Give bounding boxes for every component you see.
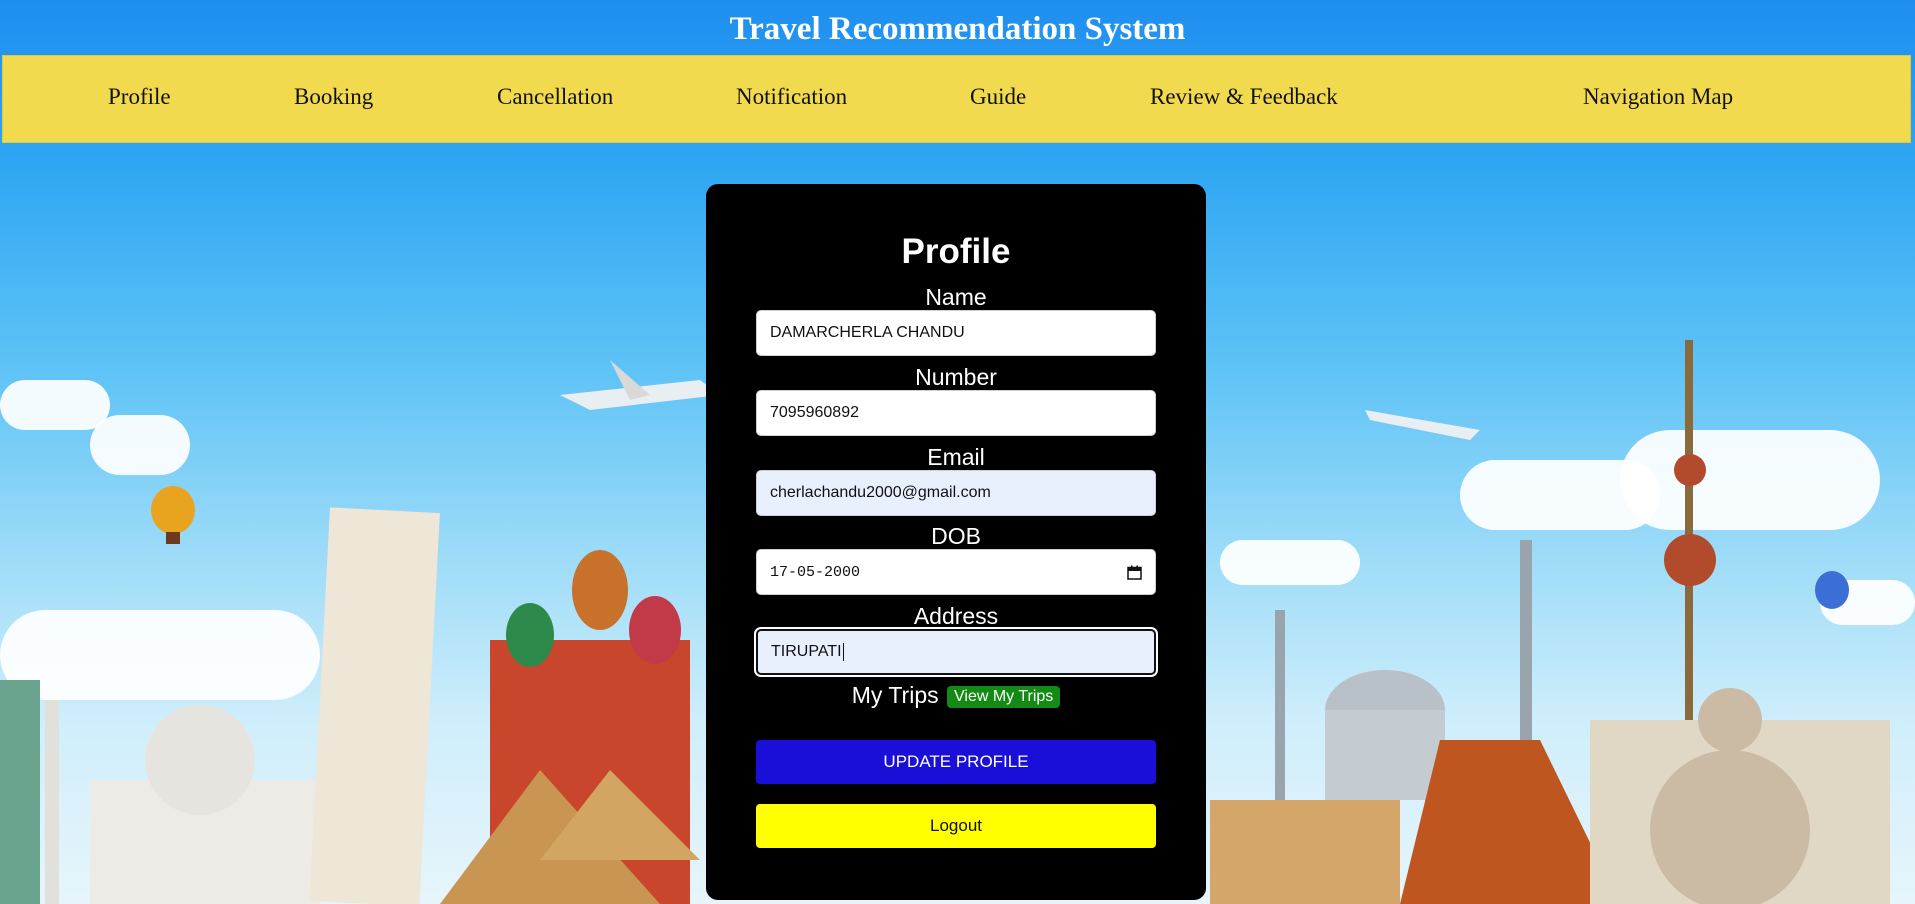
- nav-item-cancellation[interactable]: Cancellation: [497, 84, 613, 110]
- my-trips-label: My Trips: [851, 682, 939, 708]
- profile-card: Profile Name DAMARCHERLA CHANDU Number 7…: [706, 184, 1206, 900]
- dob-label: DOB: [931, 523, 981, 549]
- page: Travel Recommendation System Profile Boo…: [0, 0, 1915, 904]
- address-label: Address: [913, 603, 999, 629]
- nav-item-review-feedback[interactable]: Review & Feedback: [1150, 84, 1338, 110]
- view-my-trips-button[interactable]: View My Trips: [947, 685, 1061, 708]
- nav-item-guide[interactable]: Guide: [970, 84, 1026, 110]
- email-value: cherlachandu2000@gmail.com: [770, 484, 991, 501]
- profile-title: Profile: [901, 232, 1011, 271]
- dob-value: 17-05-2000: [770, 563, 861, 581]
- dob-field[interactable]: 17-05-2000: [756, 549, 1156, 595]
- app-title: Travel Recommendation System: [729, 11, 1186, 47]
- update-profile-button[interactable]: UPDATE PROFILE: [756, 740, 1156, 784]
- text-caret: [842, 643, 844, 661]
- nav-item-notification[interactable]: Notification: [736, 84, 847, 110]
- main-navbar: Profile Booking Cancellation Notificatio…: [2, 55, 1911, 143]
- nav-item-booking[interactable]: Booking: [294, 84, 373, 110]
- email-field[interactable]: cherlachandu2000@gmail.com: [756, 470, 1156, 516]
- name-value: DAMARCHERLA CHANDU: [770, 324, 965, 341]
- nav-item-navigation-map[interactable]: Navigation Map: [1583, 84, 1733, 110]
- address-field[interactable]: TIRUPATI: [754, 627, 1158, 677]
- calendar-icon[interactable]: [1127, 565, 1142, 580]
- name-label: Name: [925, 284, 987, 310]
- number-value: 7095960892: [770, 404, 859, 421]
- email-label: Email: [927, 444, 985, 470]
- my-trips-row: My Trips View My Trips: [706, 682, 1206, 709]
- name-field[interactable]: DAMARCHERLA CHANDU: [756, 310, 1156, 356]
- logout-button[interactable]: Logout: [756, 804, 1156, 848]
- number-field[interactable]: 7095960892: [756, 390, 1156, 436]
- address-value: TIRUPATI: [771, 643, 842, 660]
- number-label: Number: [915, 364, 997, 390]
- nav-item-profile[interactable]: Profile: [108, 84, 171, 110]
